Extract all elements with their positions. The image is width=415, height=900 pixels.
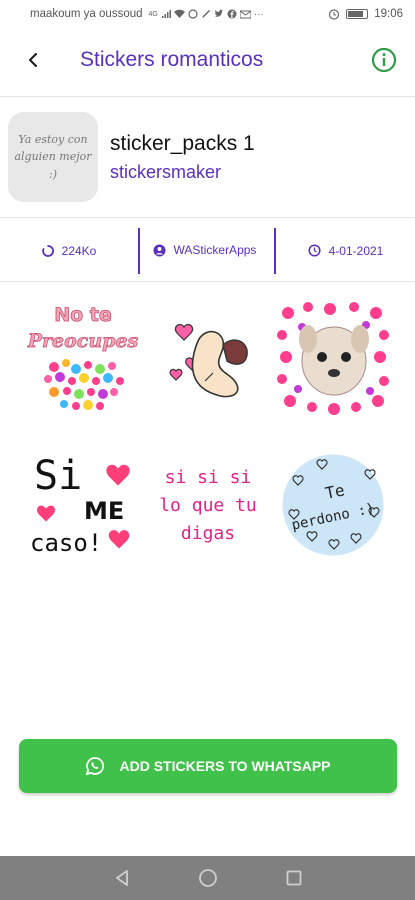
te-perdono-image: Te perdono :)	[279, 451, 386, 559]
heart-shape	[106, 528, 131, 552]
pack-size: 224Ko	[61, 243, 97, 258]
sticker-grid: No te Preocupes Si ME caso! si si si lo …	[20, 286, 395, 578]
twitter-icon	[214, 9, 223, 17]
clock: 19:06	[374, 8, 403, 20]
gmail-icon	[239, 10, 251, 18]
status-left: maakoum ya oussoud 4G ···	[30, 8, 264, 20]
pack-publisher[interactable]: stickersmaker	[110, 162, 255, 183]
page-title: Stickers romanticos	[80, 48, 264, 71]
pack-date: 4-01-2021	[328, 243, 384, 258]
status-bar: maakoum ya oussoud 4G ··· 19:06	[0, 0, 415, 28]
nav-back-button[interactable]	[110, 866, 134, 890]
circle-home-icon	[198, 869, 217, 887]
pack-name: sticker_packs 1	[110, 131, 255, 155]
whatsapp-icon	[86, 757, 105, 776]
sticker-dog-hearts[interactable]	[270, 286, 395, 432]
info-button[interactable]	[369, 45, 399, 75]
sticker-no-te-preocupes[interactable]: No te Preocupes	[20, 286, 145, 432]
pack-tray-image: Ya estoy con alguien mejor :)	[8, 112, 98, 202]
alarm-icon	[329, 9, 340, 20]
more-icon: ···	[253, 8, 264, 20]
loading-circle-icon	[41, 244, 54, 257]
brown-heart-shape	[221, 339, 248, 365]
sticker-te-perdono[interactable]: Te perdono :)	[270, 432, 395, 578]
size-cell: 224Ko	[0, 227, 140, 274]
dog-eye	[316, 352, 327, 362]
signal-icon	[161, 10, 171, 18]
dog-hearts-image	[276, 302, 389, 415]
no-te-preocupes-image: No te Preocupes	[26, 304, 138, 410]
triangle-back-icon	[115, 870, 128, 886]
heart-hand-image	[168, 323, 248, 398]
sticker-si-me-caso[interactable]: Si ME caso!	[20, 432, 145, 578]
heart-shape	[168, 368, 183, 381]
confetti-hearts	[43, 359, 124, 410]
back-button[interactable]	[16, 43, 50, 77]
heart-shape	[34, 503, 57, 525]
status-right: 19:06	[328, 8, 403, 20]
add-to-whatsapp-button[interactable]: ADD STICKERS TO WHATSAPP	[19, 739, 397, 793]
sticker-text-me: ME	[84, 497, 124, 525]
dog-nose	[327, 369, 340, 377]
sticker-text-no-te: No te	[54, 304, 112, 326]
sticker-si-si-si[interactable]: si si si lo que tu digas	[145, 432, 270, 578]
sticker-text-si-si-si: si si si	[164, 467, 251, 488]
dog-ear	[298, 325, 317, 353]
heart-shape	[174, 323, 193, 341]
pack-meta-publisher: WAStickerApps	[173, 243, 257, 258]
screen: maakoum ya oussoud 4G ··· 19:06 Stickers	[0, 0, 415, 900]
network-label: 4G	[148, 10, 158, 18]
app-bar: Stickers romanticos	[0, 28, 415, 92]
dog-eye	[340, 352, 351, 362]
battery-icon	[346, 9, 369, 19]
sticker-text-preocupes: Preocupes	[26, 330, 138, 352]
pack-info: sticker_packs 1 stickersmaker	[110, 132, 255, 183]
back-arrow-icon	[28, 52, 38, 68]
clock-icon	[308, 244, 321, 257]
account-icon	[153, 244, 165, 257]
sticker-heart-hand[interactable]	[145, 286, 270, 432]
system-nav-bar	[0, 856, 415, 900]
carrier-label: maakoum ya oussoud	[30, 8, 143, 20]
pack-meta-row: 224Ko WAStickerApps 4-01-2021	[0, 220, 415, 282]
notification-icons: 4G ···	[149, 9, 264, 20]
facebook-icon	[227, 9, 237, 19]
publisher-cell: WAStickerApps	[140, 227, 276, 274]
sticker-text-si: Si	[34, 453, 82, 499]
heart-shape	[103, 462, 132, 489]
info-icon	[371, 47, 397, 73]
nav-recents-button[interactable]	[282, 866, 306, 890]
wifi-icon	[173, 9, 185, 18]
add-button-label: ADD STICKERS TO WHATSAPP	[119, 758, 331, 774]
nav-home-button[interactable]	[196, 866, 220, 890]
si-si-si-image: si si si lo que tu digas	[159, 467, 257, 544]
sticker-text-caso: caso!	[30, 529, 102, 557]
sticker-text-lo-que-tu: lo que tu	[159, 495, 257, 516]
date-cell: 4-01-2021	[276, 228, 415, 274]
square-recents-icon	[286, 870, 301, 886]
sticker-text-digas: digas	[180, 523, 234, 544]
dog-ear	[350, 325, 369, 353]
whatsapp-icon	[188, 9, 198, 19]
pack-header: Ya estoy con alguien mejor :) sticker_pa…	[0, 96, 415, 218]
sticker-text-te: Te	[323, 480, 346, 503]
pen-icon	[201, 10, 210, 18]
si-me-caso-image: Si ME caso!	[30, 453, 132, 557]
